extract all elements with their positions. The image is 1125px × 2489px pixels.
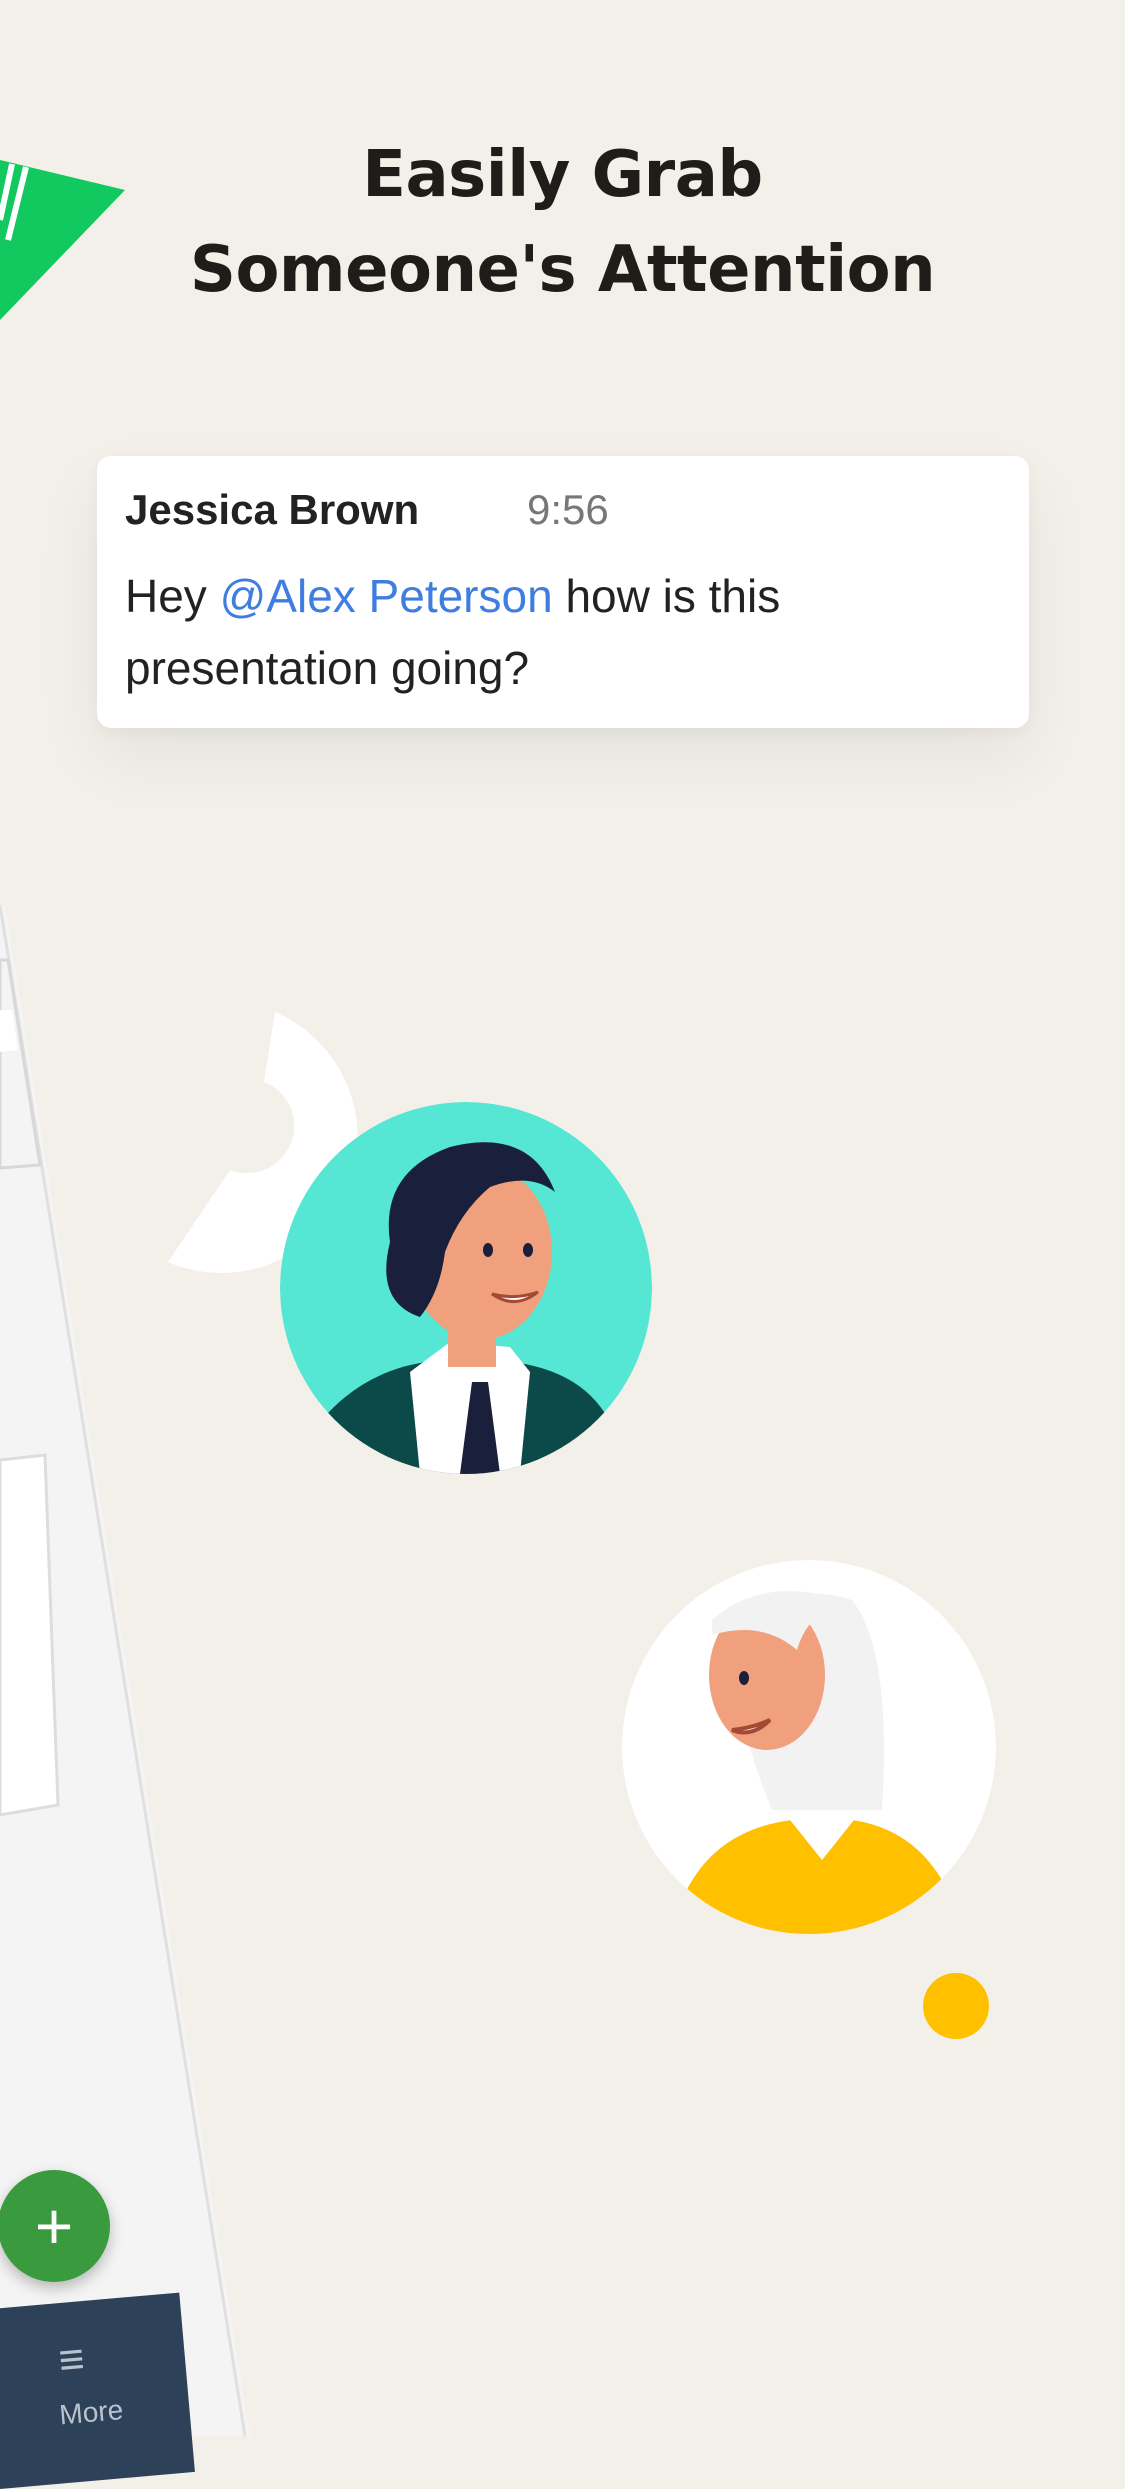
phone-bottom-nav: ≡ More	[0, 2292, 195, 2489]
message-time: 9:56	[527, 486, 609, 533]
female-avatar	[622, 1560, 996, 1934]
yellow-dot-decoration	[923, 1973, 989, 2039]
male-avatar	[280, 1102, 652, 1474]
nav-more-label[interactable]: More	[58, 2394, 124, 2431]
mention-link[interactable]: @Alex Peterson	[220, 570, 553, 622]
add-button[interactable]: +	[0, 2170, 110, 2282]
menu-icon[interactable]: ≡	[57, 2334, 87, 2385]
